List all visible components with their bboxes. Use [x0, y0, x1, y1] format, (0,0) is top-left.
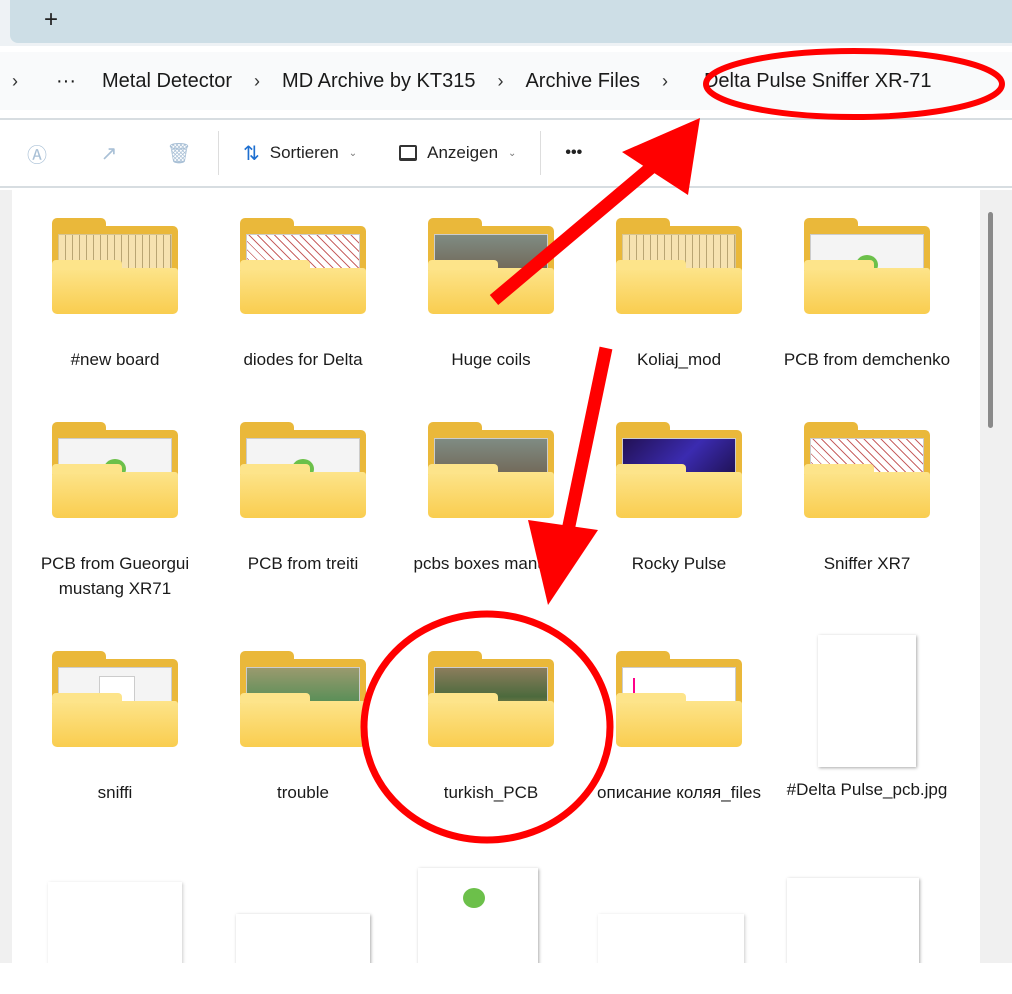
- folder-item[interactable]: trouble: [213, 651, 393, 805]
- item-label: описание коляя_files: [597, 783, 761, 802]
- breadcrumb-item-md-archive[interactable]: MD Archive by KT315: [282, 70, 475, 93]
- chevron-down-icon: ⌄: [348, 147, 358, 159]
- more-options-button[interactable]: •••: [565, 144, 582, 162]
- folder-item[interactable]: sniffi: [25, 651, 205, 805]
- sort-label: Sortieren: [269, 143, 339, 162]
- folder-item[interactable]: Sniffer XR7: [777, 422, 957, 576]
- trash-icon[interactable]: 🗑: [164, 138, 194, 168]
- item-label: PCB from demchenko: [783, 350, 951, 369]
- item-label: turkish_PCB: [443, 783, 539, 802]
- item-label: diodes for Delta: [243, 350, 363, 369]
- folder-icon: [52, 422, 178, 518]
- breadcrumb-separator[interactable]: ›: [662, 71, 668, 92]
- image-thumbnail[interactable]: [236, 914, 370, 963]
- divider: [540, 131, 542, 175]
- breadcrumb-overflow[interactable]: ···: [56, 70, 76, 93]
- image-thumbnail[interactable]: [48, 882, 182, 963]
- item-label: Rocky Pulse: [631, 554, 727, 573]
- item-label: #Delta Pulse_pcb.jpg: [786, 780, 948, 799]
- folder-icon: [52, 651, 178, 747]
- folder-icon: [52, 218, 178, 314]
- image-thumbnail[interactable]: [418, 868, 538, 963]
- item-label: pcbs boxes manuals: [413, 554, 569, 573]
- new-tab-button[interactable]: +: [44, 6, 58, 34]
- folder-icon: [616, 422, 742, 518]
- tab-strip: +: [10, 0, 1012, 43]
- tab-bar: +: [0, 0, 1012, 46]
- sort-icon: ⇅: [243, 142, 260, 165]
- folder-item[interactable]: pcbs boxes manuals: [401, 422, 581, 576]
- image-thumbnail[interactable]: [787, 878, 919, 963]
- breadcrumb: › ··· Metal Detector › MD Archive by KT3…: [0, 52, 1012, 110]
- folder-icon: [616, 218, 742, 314]
- breadcrumb-item-archive-files[interactable]: Archive Files: [525, 70, 639, 93]
- folder-icon: [428, 651, 554, 747]
- item-label: Sniffer XR7: [823, 554, 911, 573]
- item-label: Koliaj_mod: [636, 350, 722, 369]
- folder-icon: [804, 218, 930, 314]
- command-bar: Ⓐ ↗ 🗑 ⇅ Sortieren ⌄ Anzeigen ⌄ •••: [0, 118, 1012, 188]
- image-thumbnail[interactable]: [598, 914, 744, 963]
- file-grid: #new board diodes for Delta Huge coils Koli…: [12, 190, 980, 963]
- breadcrumb-item-metal-detector[interactable]: Metal Detector: [102, 70, 232, 93]
- folder-icon: [240, 422, 366, 518]
- chevron-down-icon: ⌄: [508, 147, 517, 159]
- folder-item[interactable]: diodes for Delta: [213, 218, 393, 372]
- folder-icon: [240, 651, 366, 747]
- folder-item[interactable]: #new board: [25, 218, 205, 372]
- file-item[interactable]: #Delta Pulse_pcb.jpg: [777, 635, 957, 802]
- breadcrumb-item-current[interactable]: Delta Pulse Sniffer XR-71: [704, 70, 932, 93]
- folder-item[interactable]: Koliaj_mod: [589, 218, 769, 372]
- folder-item[interactable]: PCB from treiti: [213, 422, 393, 576]
- item-label: sniffi: [97, 783, 133, 802]
- item-label: PCB from Gueorgui mustang XR71: [40, 554, 190, 598]
- item-label: Huge coils: [451, 350, 531, 369]
- scrollbar-thumb[interactable]: [988, 212, 993, 428]
- folder-icon: [240, 218, 366, 314]
- image-thumbnail: [818, 635, 916, 767]
- rename-icon[interactable]: Ⓐ: [22, 138, 52, 168]
- item-label: PCB from treiti: [247, 554, 359, 573]
- breadcrumb-separator[interactable]: ›: [497, 71, 503, 92]
- folder-icon: [804, 422, 930, 518]
- folder-item[interactable]: Rocky Pulse: [589, 422, 769, 576]
- share-icon[interactable]: ↗: [94, 138, 124, 168]
- item-label: trouble: [277, 783, 329, 802]
- left-gutter: [0, 190, 12, 963]
- folder-icon: [428, 218, 554, 314]
- view-icon: [399, 145, 418, 161]
- vertical-scrollbar[interactable]: [980, 190, 1012, 963]
- view-label: Anzeigen: [427, 143, 499, 162]
- folder-icon: [428, 422, 554, 518]
- folder-item[interactable]: описание коляя_files: [589, 651, 769, 805]
- view-button[interactable]: Anzeigen ⌄: [399, 143, 516, 163]
- folder-item[interactable]: PCB from Gueorgui mustang XR71: [25, 422, 205, 601]
- folder-item[interactable]: PCB from demchenko: [777, 218, 957, 372]
- folder-item[interactable]: turkish_PCB: [401, 651, 581, 805]
- item-label: #new board: [70, 350, 160, 369]
- divider: [218, 131, 219, 175]
- folder-item[interactable]: Huge coils: [401, 218, 581, 372]
- breadcrumb-expand[interactable]: ›: [12, 71, 18, 92]
- folder-icon: [616, 651, 742, 747]
- breadcrumb-separator[interactable]: ›: [254, 71, 260, 92]
- sort-button[interactable]: ⇅ Sortieren ⌄: [243, 141, 357, 166]
